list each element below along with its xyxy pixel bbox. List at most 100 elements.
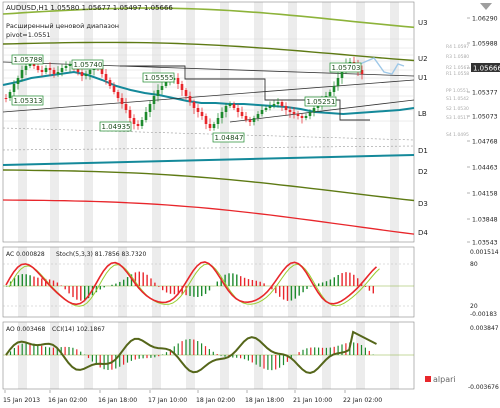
ac-bar xyxy=(286,286,289,301)
ao-bar xyxy=(282,355,285,366)
ao-tick-label: -0.003676 xyxy=(468,384,499,391)
ao-bar xyxy=(185,339,187,355)
candle-body xyxy=(216,118,220,124)
ac-bar xyxy=(325,281,328,286)
ao-bar xyxy=(321,347,324,355)
ao-bar xyxy=(193,339,195,355)
ac-bar xyxy=(162,286,164,291)
ao-bar xyxy=(310,347,312,355)
ao-bar xyxy=(271,355,273,371)
candle-body xyxy=(112,86,116,92)
candle-body xyxy=(120,98,124,104)
shade-band xyxy=(390,322,399,389)
level-label: U3 xyxy=(418,19,428,27)
shade-band xyxy=(186,322,195,389)
candle-body xyxy=(20,70,24,78)
ao-bar xyxy=(9,351,12,355)
candle-body xyxy=(280,102,284,106)
candle-body xyxy=(144,112,148,120)
candle-body xyxy=(160,86,164,90)
ac-bar xyxy=(197,286,199,297)
ao-bar xyxy=(76,349,78,355)
ao-bar xyxy=(329,347,331,355)
ac-bar xyxy=(41,278,43,286)
shade-band xyxy=(390,2,399,242)
shade-band xyxy=(322,2,331,242)
ao-bar xyxy=(325,347,327,355)
ac-bar xyxy=(247,279,250,286)
price-tick-label: 1.04463 xyxy=(472,165,498,172)
ac-tick-label: -0.00183 xyxy=(470,311,497,318)
time-tick-label: 17 Jan 10:00 xyxy=(148,397,187,404)
ac-bar xyxy=(357,278,359,286)
ao-bar xyxy=(263,355,265,369)
candle-body xyxy=(148,104,152,112)
ac-bar xyxy=(138,271,140,286)
ac-bar xyxy=(119,281,121,286)
ao-bar xyxy=(154,355,156,358)
candle-body xyxy=(132,118,136,124)
price-tick-label: 1.04158 xyxy=(472,191,498,198)
ao-bar xyxy=(25,342,27,355)
ao-bar xyxy=(216,354,218,355)
annotation-label: 1.04847 xyxy=(215,134,244,142)
shade-band xyxy=(356,2,365,242)
ao-bar xyxy=(162,354,164,355)
ao-bar xyxy=(119,355,121,367)
annotation-label: 1.05788 xyxy=(14,56,43,64)
ac-bar xyxy=(368,286,371,291)
ao-bar xyxy=(99,355,101,368)
ao-bar xyxy=(134,355,136,360)
candle-body xyxy=(308,112,312,116)
candle-body xyxy=(128,110,132,118)
ao-bar xyxy=(204,346,207,355)
ao-bar xyxy=(150,355,152,358)
ac-bar xyxy=(321,282,324,286)
shade-band xyxy=(220,2,229,242)
ao-bar xyxy=(115,355,117,369)
candle-body xyxy=(64,66,68,68)
candle-body xyxy=(60,68,64,72)
ao-bar xyxy=(318,347,320,355)
ac-label: AC 0.000828 xyxy=(6,251,45,258)
ac-bar xyxy=(6,286,8,287)
annotation-label: 1.05251 xyxy=(307,98,336,106)
price-tick-label: 1.05073 xyxy=(472,114,498,121)
candle-body xyxy=(264,108,268,110)
ac-bar xyxy=(80,286,82,301)
candle-body xyxy=(208,124,212,128)
ao-bar xyxy=(240,355,242,359)
shade-band xyxy=(356,322,365,389)
shade-band xyxy=(84,2,93,242)
ac-bar xyxy=(228,273,230,286)
ao-bar xyxy=(103,355,105,370)
ac-tick-label: 20 xyxy=(470,303,478,310)
time-tick-label: 21 Jan 10:00 xyxy=(293,397,332,404)
ac-bar xyxy=(21,274,23,286)
ac-bar xyxy=(103,286,105,288)
shade-band xyxy=(288,322,297,389)
ac-bar xyxy=(173,286,176,295)
candle-body xyxy=(224,106,228,112)
time-tick-label: 16 Jan 18:00 xyxy=(98,397,137,404)
ac-bar xyxy=(126,277,129,286)
shade-band xyxy=(254,2,263,242)
pivot-mini-label: R1 1.0558 xyxy=(446,71,469,77)
ao-bar xyxy=(87,355,90,359)
chart-window: 1.05788 1.05740 1.05555 1.05313 1.04935 1.048… xyxy=(0,0,500,408)
candle-body xyxy=(252,118,256,122)
shade-band xyxy=(254,247,263,317)
shade-band xyxy=(152,247,161,317)
ac-bar xyxy=(255,280,257,286)
watermark-text: alpari xyxy=(433,375,456,384)
candle-body xyxy=(328,92,332,96)
ac-bar xyxy=(154,282,156,286)
pivot-text: pivot=1.0551 xyxy=(6,31,51,39)
shade-band xyxy=(152,322,161,389)
annotation-label: 1.05313 xyxy=(14,97,43,105)
ac-bar xyxy=(232,273,234,286)
ao-bar xyxy=(17,345,19,355)
candle-body xyxy=(332,86,336,92)
ao-bar xyxy=(146,355,148,359)
candle-body xyxy=(300,116,304,118)
